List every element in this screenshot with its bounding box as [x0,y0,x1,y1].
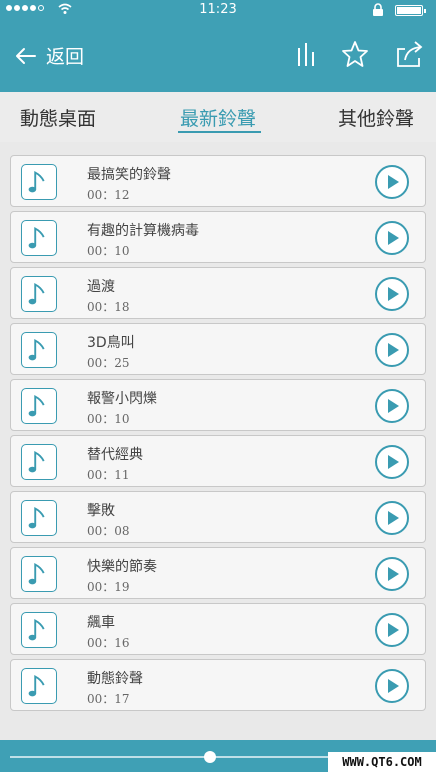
app-header: 返回 [0,20,436,92]
tab-bar: 動態桌面 最新鈴聲 其他鈴聲 [0,92,436,142]
ringtone-duration: 00：19 [87,580,130,594]
status-bar: 11:23 [0,0,436,20]
ringtone-row[interactable]: 最搞笑的鈴聲 00：12 [10,155,426,207]
lock-icon [373,3,383,16]
active-tab-indicator [178,131,261,133]
play-icon[interactable] [374,332,410,368]
tab-other-ringtones[interactable]: 其他鈴聲 [338,104,414,131]
tab-latest-ringtones[interactable]: 最新鈴聲 [180,104,256,131]
music-note-icon [21,276,57,312]
play-icon[interactable] [374,164,410,200]
play-icon[interactable] [374,668,410,704]
back-button[interactable]: 返回 [14,42,84,69]
ringtone-duration: 00：10 [87,244,130,258]
music-note-icon [21,556,57,592]
music-note-icon [21,332,57,368]
ringtone-duration: 00：25 [87,356,130,370]
music-note-icon [21,444,57,480]
play-icon[interactable] [374,612,410,648]
music-note-icon [21,220,57,256]
ringtone-title: 快樂的節奏 [87,559,157,575]
ringtone-row[interactable]: 快樂的節奏 00：19 [10,547,426,599]
tab-dynamic-wallpaper[interactable]: 動態桌面 [20,104,96,131]
ringtone-duration: 00：10 [87,412,130,426]
music-note-icon [21,668,57,704]
ringtone-title: 3D鳥叫 [87,335,135,351]
ringtone-title: 過渡 [87,279,115,295]
ringtone-duration: 00：16 [87,636,130,650]
play-icon[interactable] [374,500,410,536]
ringtone-title: 動態鈴聲 [87,671,143,687]
ringtone-duration: 00：11 [87,468,130,482]
ringtone-row[interactable]: 替代經典 00：11 [10,435,426,487]
ringtone-duration: 00：18 [87,300,130,314]
star-icon[interactable] [341,40,369,68]
back-label: 返回 [46,46,85,68]
ringtone-duration: 00：12 [87,188,130,202]
ringtone-title: 報警小閃爍 [87,391,157,407]
status-time: 11:23 [199,2,237,17]
ringtone-row[interactable]: 擊敗 00：08 [10,491,426,543]
progress-knob[interactable] [204,751,216,763]
ringtone-title: 飆車 [87,615,115,631]
music-note-icon [21,612,57,648]
battery-icon [395,5,426,16]
ringtone-row[interactable]: 飆車 00：16 [10,603,426,655]
ringtone-row[interactable]: 3D鳥叫 00：25 [10,323,426,375]
ringtone-row[interactable]: 動態鈴聲 00：17 [10,659,426,711]
ringtone-row[interactable]: 有趣的計算機病毒 00：10 [10,211,426,263]
ringtone-title: 擊敗 [87,503,115,519]
equalizer-icon[interactable] [296,40,316,68]
play-icon[interactable] [374,444,410,480]
ringtone-title: 有趣的計算機病毒 [87,223,199,239]
ringtone-duration: 00：08 [87,524,130,538]
music-note-icon [21,164,57,200]
arrow-left-icon [16,47,36,64]
play-icon[interactable] [374,276,410,312]
share-icon[interactable] [395,40,423,68]
play-icon[interactable] [374,388,410,424]
play-icon[interactable] [374,556,410,592]
music-note-icon [21,388,57,424]
play-icon[interactable] [374,220,410,256]
ringtone-row[interactable]: 過渡 00：18 [10,267,426,319]
music-note-icon [21,500,57,536]
ringtone-title: 替代經典 [87,447,143,463]
ringtone-row[interactable]: 報警小閃爍 00：10 [10,379,426,431]
ringtone-title: 最搞笑的鈴聲 [87,167,171,183]
ringtone-duration: 00：17 [87,692,130,706]
watermark: WWW.QT6.COM [328,752,436,772]
